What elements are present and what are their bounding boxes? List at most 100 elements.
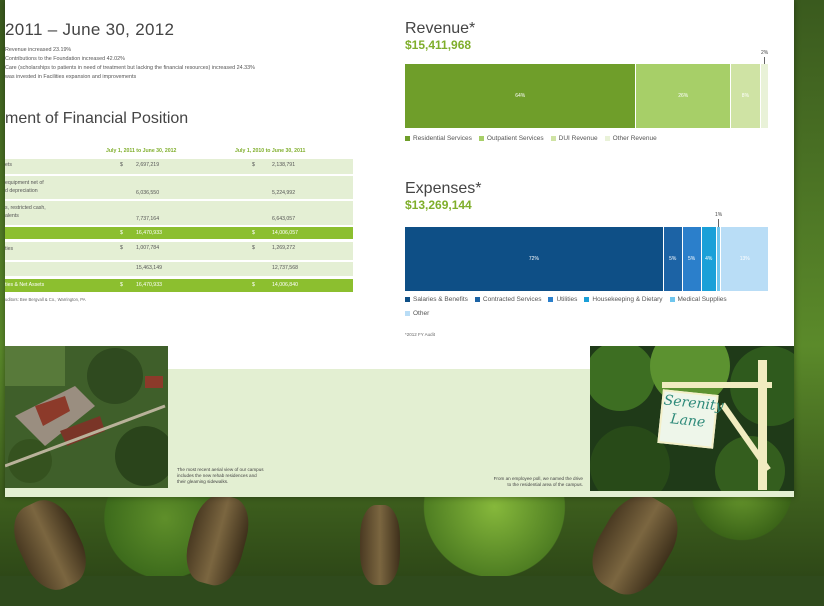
period-heading: 2011 – June 30, 2012 <box>5 20 175 39</box>
table-row: s, restricted cash, alents 7,737,164 6,643,… <box>5 201 353 225</box>
expenses-title: Expenses* <box>405 180 482 197</box>
row-currency-2012: $ <box>120 230 123 236</box>
highlight-item: was invested in Facilities expansion and… <box>5 74 137 80</box>
highlight-item: Care (scholarships to patients in need o… <box>5 65 255 71</box>
legend-label: Other Revenue <box>612 135 657 142</box>
row-value-2011: 6,643,057 <box>272 216 296 222</box>
legend-swatch <box>405 310 410 316</box>
revenue-segment: 26% <box>636 64 732 128</box>
legend-label: Salaries & Benefits <box>413 296 468 303</box>
revenue-legend-item: DUI Revenue <box>550 132 598 146</box>
row-value-2011: 12,737,568 <box>272 265 298 271</box>
legend-swatch <box>550 135 556 141</box>
row-value-2012: 7,737,164 <box>136 216 160 222</box>
row-value-2011: 1,269,272 <box>272 245 296 251</box>
expenses-legend-item: Medical Supplies <box>669 293 727 307</box>
row-currency-2011: $ <box>252 282 255 288</box>
row-currency-2012: $ <box>120 282 123 288</box>
aerial-photo-graphic <box>5 346 168 488</box>
serenity-lane-sign: Serenity Lane <box>657 389 724 449</box>
statement-title: ment of Financial Position <box>5 110 189 127</box>
legend-swatch <box>405 135 410 141</box>
revenue-segment: 8% <box>731 64 761 128</box>
row-value-2012: 1,007,784 <box>136 245 160 251</box>
legend-swatch <box>604 135 610 141</box>
expenses-amount: $13,269,144 <box>405 198 472 212</box>
expenses-legend-item: Contracted Services <box>474 293 542 307</box>
sign-arm <box>662 382 772 388</box>
audit-footnote: *2012 FY Audit <box>405 332 435 337</box>
revenue-segment: 64% <box>405 64 637 128</box>
row-currency-2011: $ <box>252 162 255 168</box>
row-value-2012: 6,036,550 <box>136 190 160 196</box>
revenue-bar: 64% 26% 8% <box>405 64 769 128</box>
row-label: ties & Net Assets <box>5 282 45 288</box>
legend-label: DUI Revenue <box>558 135 598 142</box>
legend-swatch <box>474 296 480 302</box>
serenity-photo-caption: From an employee poll, we named the driv… <box>493 476 583 487</box>
expenses-small-label: 1% <box>715 212 723 218</box>
row-value-2011: 14,006,057 <box>272 230 298 236</box>
legend-label: Outpatient Services <box>486 135 544 142</box>
expenses-segment: 5% <box>682 227 702 291</box>
revenue-segment <box>760 64 769 128</box>
legend-label: Contracted Services <box>482 296 542 303</box>
expenses-legend-item: Utilities <box>548 293 577 307</box>
expenses-legend: Salaries & Benefits Contracted Services Ut… <box>405 293 745 321</box>
auditor-note: uditors: Bee Bergvall & Co., Warrington,… <box>5 297 86 302</box>
legend-swatch <box>478 135 484 141</box>
legend-swatch <box>548 296 554 302</box>
legend-label: Utilities <box>556 296 578 303</box>
highlight-item: Revenue increased 23.19% <box>5 47 72 53</box>
row-value-2012: 16,470,933 <box>136 230 162 236</box>
column-header-2012: July 1, 2011 to June 30, 2012 <box>106 148 177 154</box>
table-total-row: ties & Net Assets $16,470,933 $14,006,840 <box>5 279 353 292</box>
expenses-legend-item: Salaries & Benefits <box>405 293 468 307</box>
table-row: equipment net of d depreciation 6,036,550 5… <box>5 176 353 199</box>
table-total-row: $16,470,933 $14,006,057 <box>5 227 353 239</box>
row-currency-2012: $ <box>120 245 123 251</box>
table-row: ets $2,697,219 $2,138,791 <box>5 159 353 174</box>
row-label: equipment net of d depreciation <box>5 180 44 194</box>
expenses-segment: 4% <box>701 227 717 291</box>
revenue-legend-item: Residential Services <box>405 132 472 146</box>
expenses-legend-item: Other <box>405 307 429 321</box>
row-label: ties <box>5 246 14 252</box>
legend-label: Medical Supplies <box>677 296 727 303</box>
tree-trunk <box>360 505 400 585</box>
revenue-title: Revenue* <box>405 20 476 37</box>
legend-label: Residential Services <box>413 135 472 142</box>
legend-swatch <box>669 296 675 302</box>
legend-swatch <box>405 296 410 302</box>
row-value-2012: 15,463,149 <box>136 265 162 271</box>
revenue-legend-item: Outpatient Services <box>478 132 544 146</box>
row-label: s, restricted cash, alents <box>5 205 46 219</box>
table-row: 15,463,149 12,737,568 <box>5 262 353 276</box>
aerial-photo-caption: The most recent aerial view of our campu… <box>177 467 264 484</box>
row-currency-2012: $ <box>120 162 123 168</box>
expenses-bar: 72% 5% 5% 4% 13% <box>405 227 769 291</box>
row-currency-2011: $ <box>252 230 255 236</box>
table-row: ties $1,007,784 $1,269,272 <box>5 242 353 260</box>
highlights-list: Revenue increased 23.19% Contributions t… <box>5 46 255 82</box>
row-currency-2011: $ <box>252 245 255 251</box>
expenses-segment: 72% <box>405 227 664 291</box>
expenses-segment: 13% <box>721 227 769 291</box>
revenue-legend-item: Other Revenue <box>604 132 657 146</box>
row-value-2011: 14,006,840 <box>272 282 298 288</box>
serenity-lane-photo: Serenity Lane <box>590 346 794 491</box>
column-header-2011: July 1, 2010 to June 30, 2011 <box>235 148 306 154</box>
row-value-2012: 2,697,219 <box>136 162 160 168</box>
legend-swatch <box>584 296 590 302</box>
row-label: ets <box>5 162 12 168</box>
legend-label: Housekeeping & Dietary <box>592 296 663 303</box>
row-value-2011: 2,138,791 <box>272 162 296 168</box>
expenses-legend-item: Housekeeping & Dietary <box>584 293 663 307</box>
report-page: 2011 – June 30, 2012 Revenue increased 2… <box>5 0 794 497</box>
row-value-2012: 16,470,933 <box>136 282 162 288</box>
revenue-small-label: 2% <box>761 50 769 56</box>
aerial-photo <box>5 346 168 488</box>
highlight-item: Contributions to the Foundation increase… <box>5 56 125 62</box>
expenses-segment: 5% <box>663 227 683 291</box>
legend-label: Other <box>413 310 430 317</box>
